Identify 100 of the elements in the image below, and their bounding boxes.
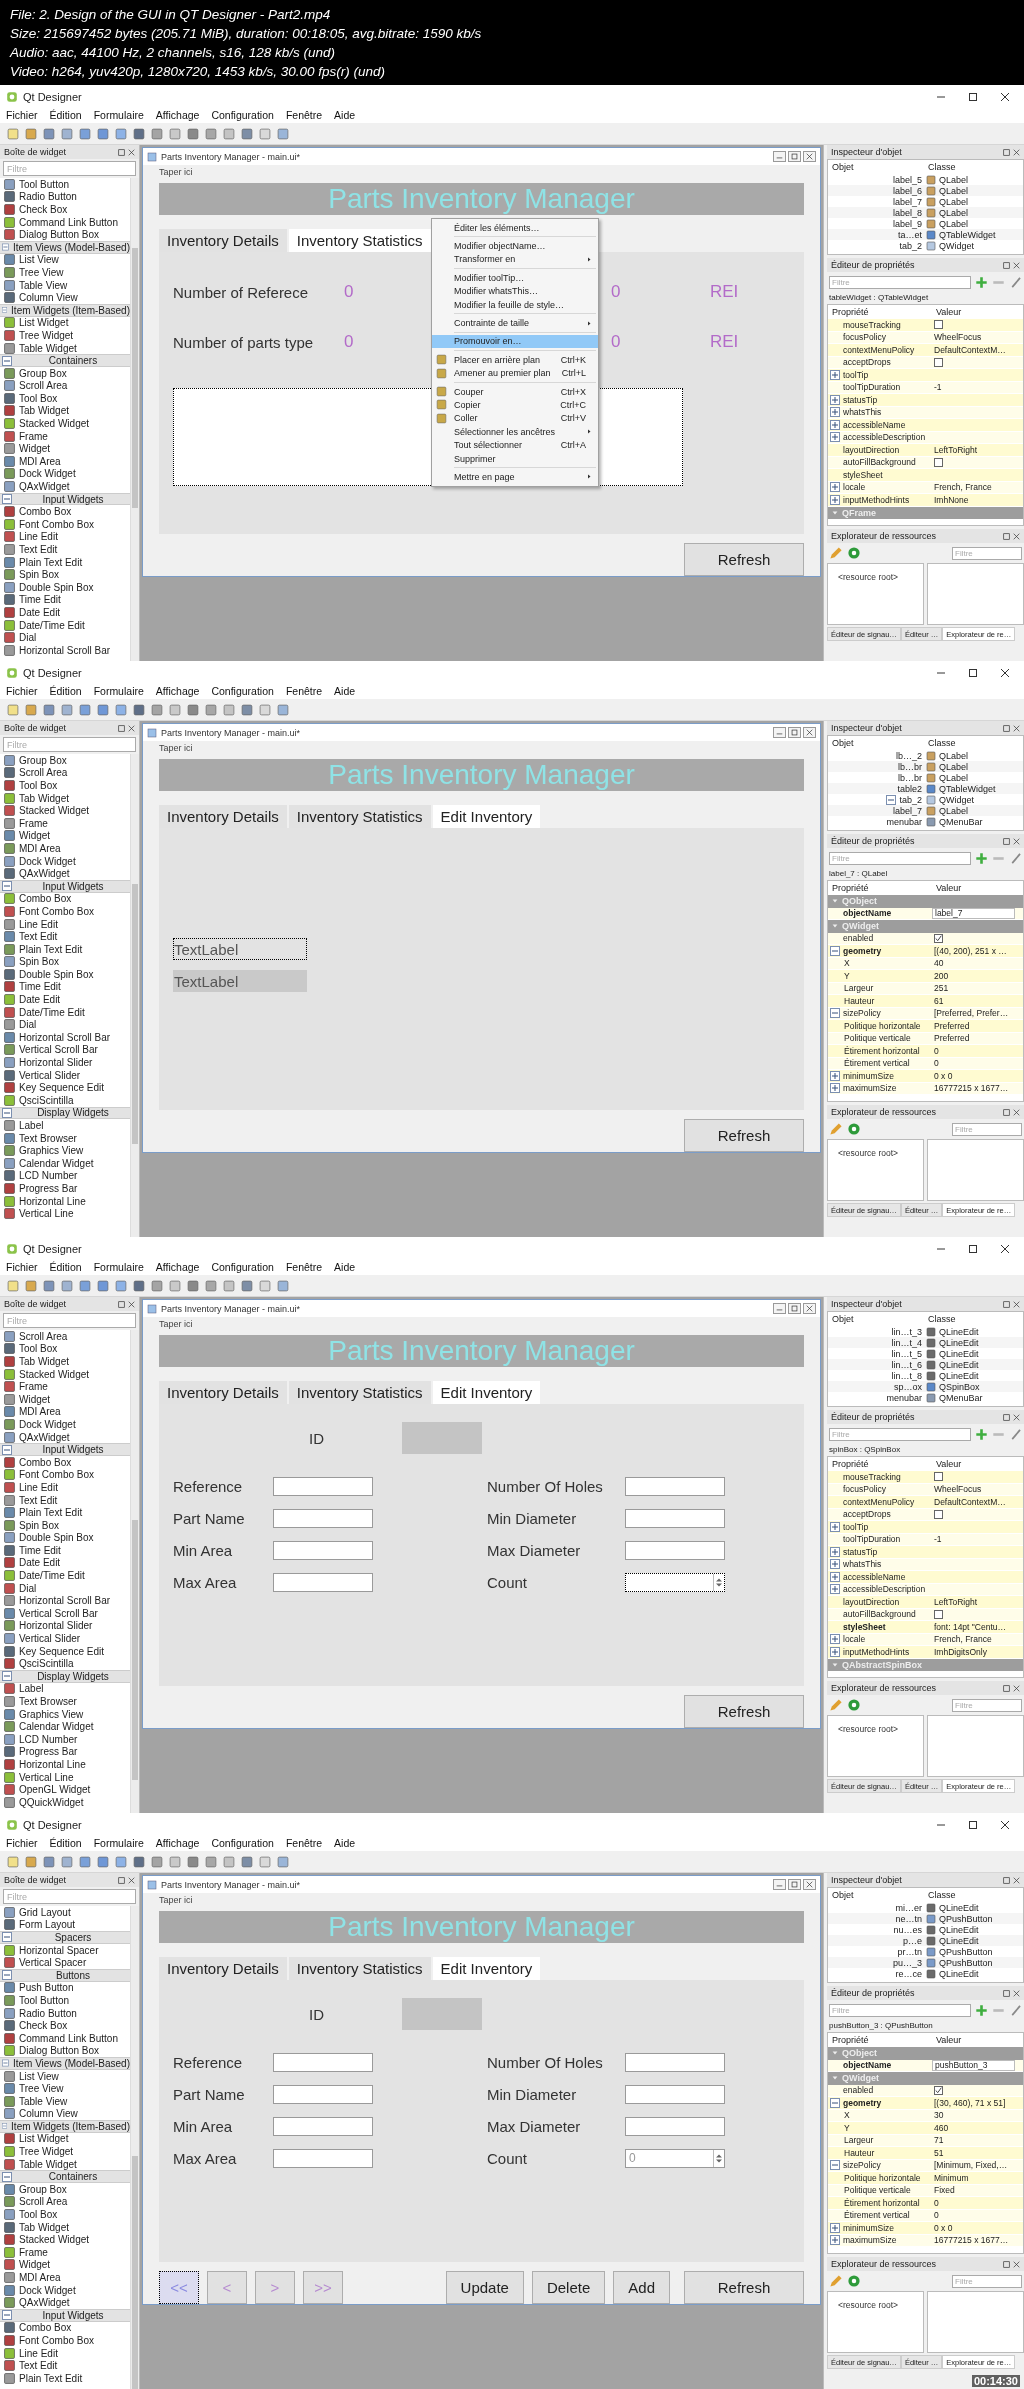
tab[interactable]: Inventory Details (159, 805, 287, 828)
widget-item[interactable]: Dial (0, 631, 130, 644)
column-header[interactable]: Objet (828, 162, 924, 172)
filter-field[interactable]: Filtre (3, 1313, 136, 1328)
filter-field[interactable]: Filtre (3, 737, 136, 752)
widget-item[interactable]: Tool Box (0, 392, 130, 405)
float-icon[interactable] (1003, 2260, 1010, 2268)
menu-item[interactable]: Configuration (211, 685, 274, 697)
column-header[interactable]: Objet (828, 738, 924, 748)
toolbar-icon[interactable] (60, 126, 74, 141)
toolbar-icon[interactable] (168, 1854, 182, 1869)
property-row[interactable]: Politique horizontale Preferred (828, 1020, 1023, 1033)
toolbar-icon[interactable] (222, 126, 236, 141)
toolbar-icon[interactable] (276, 1854, 290, 1869)
input-field[interactable] (625, 1540, 725, 1560)
widget-item[interactable]: LCD Number (0, 1169, 130, 1183)
toolbar-icon[interactable] (60, 1278, 74, 1293)
menu-item[interactable]: Affichage (155, 1261, 200, 1273)
widget-item[interactable]: Combo Box (0, 892, 130, 906)
widget-item[interactable]: Date/Time Edit (0, 1569, 130, 1582)
inspector-row[interactable]: label_8 QLabel (828, 207, 1023, 218)
toolbar-icon[interactable] (222, 1854, 236, 1869)
widget-item[interactable]: Tree Widget (0, 329, 130, 342)
menu-entry[interactable]: Modifier la feuille de style… (432, 297, 598, 312)
widget-item[interactable]: Font Combo Box (0, 905, 130, 918)
column-header[interactable]: Classe (924, 1890, 1023, 1900)
toolbar-icon[interactable] (276, 702, 290, 717)
category-header[interactable]: Display Widgets (0, 1106, 130, 1120)
toolbar-icon[interactable] (276, 126, 290, 141)
toolbar-icon[interactable] (114, 702, 128, 717)
pencil-icon[interactable] (829, 546, 843, 560)
filter-field[interactable]: Filtre (952, 2274, 1022, 2288)
menu-placeholder[interactable]: Taper ici (143, 165, 209, 179)
text-label[interactable]: TextLabel (173, 970, 307, 992)
widget-item[interactable]: Progress Bar (0, 1182, 130, 1195)
float-icon[interactable] (1003, 1989, 1010, 1997)
widget-item[interactable]: Horizontal Scroll Bar (0, 1031, 130, 1044)
menu-item[interactable]: Configuration (211, 1261, 274, 1273)
toolbar-icon[interactable] (150, 702, 164, 717)
widget-item[interactable]: Time Edit (0, 1544, 130, 1557)
toolbar-icon[interactable] (6, 126, 20, 141)
menu-item[interactable]: Édition (49, 109, 82, 121)
scrollbar[interactable] (130, 178, 139, 661)
inspector-row[interactable]: label_7 QLabel (828, 805, 1023, 816)
widget-item[interactable]: Tool Box (0, 1342, 130, 1356)
widget-item[interactable]: Spin Box (0, 1518, 130, 1532)
property-row[interactable]: accessibleName (828, 419, 1023, 432)
widget-item[interactable]: Grid Layout (0, 1906, 130, 1919)
tab[interactable]: Edit Inventory (432, 1381, 541, 1404)
widget-item[interactable]: Date Edit (0, 1556, 130, 1570)
category-header[interactable]: Spacers (0, 1931, 130, 1944)
widget-item[interactable]: Check Box (0, 203, 130, 216)
widget-item[interactable]: Column View (0, 2107, 130, 2121)
widget-item[interactable]: Date Edit (0, 606, 130, 619)
scrollbar[interactable] (130, 1330, 139, 1813)
checkbox[interactable] (934, 357, 943, 367)
filter-field[interactable]: Filtre (952, 1122, 1022, 1136)
widget-item[interactable]: Group Box (0, 754, 130, 767)
widget-item[interactable]: Calendar Widget (0, 1720, 130, 1733)
maximize-icon[interactable] (968, 92, 978, 102)
toolbar-icon[interactable] (114, 126, 128, 141)
property-row[interactable]: Politique horizontale Minimum (828, 2172, 1023, 2185)
resource-root[interactable]: <resource root> (838, 1148, 898, 1158)
widget-item[interactable]: Tool Button (0, 1994, 130, 2007)
widget-item[interactable]: Combo Box (0, 2321, 130, 2335)
toolbar-icon[interactable] (42, 1854, 56, 1869)
tab[interactable]: Edit Inventory (432, 1957, 541, 1980)
category-header[interactable]: Item Views (Model-Based) (0, 240, 130, 254)
widget-item[interactable]: Text Edit (0, 1493, 130, 1507)
menu-item[interactable]: Fichier (6, 109, 38, 121)
property-value-field[interactable]: pushButton_3 (932, 2059, 1015, 2071)
menu-item[interactable]: Fenêtre (285, 1261, 323, 1273)
menu-entry[interactable]: Modifier whatsThis… (432, 284, 598, 298)
toolbar-icon[interactable] (24, 1278, 38, 1293)
category-header[interactable]: Input Widgets (0, 879, 130, 893)
column-header[interactable]: Classe (924, 1314, 1023, 1324)
minimize-button[interactable] (773, 1303, 786, 1314)
input-field[interactable] (625, 2084, 725, 2104)
menu-entry[interactable]: Contrainte de taille (432, 316, 598, 330)
widget-item[interactable]: Graphics View (0, 1144, 130, 1157)
widget-item[interactable]: Horizontal Spacer (0, 1943, 130, 1957)
widget-item[interactable]: Double Spin Box (0, 581, 130, 594)
inspector-row[interactable]: pu…_3 QPushButton (828, 1957, 1023, 1968)
pencil-icon[interactable] (829, 1698, 843, 1712)
toolbar-icon[interactable] (258, 1854, 272, 1869)
widget-item[interactable]: Combo Box (0, 505, 130, 519)
toolbar-icon[interactable] (240, 1854, 254, 1869)
column-header[interactable]: Objet (828, 1890, 924, 1900)
toolbar-icon[interactable] (258, 702, 272, 717)
widget-item[interactable]: Vertical Scroll Bar (0, 1607, 130, 1620)
widget-item[interactable]: Vertical Spacer (0, 1956, 130, 1969)
menu-entry[interactable]: Transformer en (432, 252, 598, 267)
menu-placeholder[interactable]: Taper ici (143, 1893, 209, 1907)
widget-item[interactable]: Vertical Scroll Bar (0, 1043, 130, 1057)
widget-item[interactable]: Frame (0, 1380, 130, 1393)
float-icon[interactable] (1003, 724, 1010, 732)
menu-entry[interactable]: Placer en arrière plan Ctrl+K (432, 353, 598, 367)
widget-item[interactable]: Text Edit (0, 2359, 130, 2372)
column-header[interactable]: Propriété (828, 2035, 932, 2045)
menu-item[interactable]: Configuration (211, 1837, 274, 1849)
